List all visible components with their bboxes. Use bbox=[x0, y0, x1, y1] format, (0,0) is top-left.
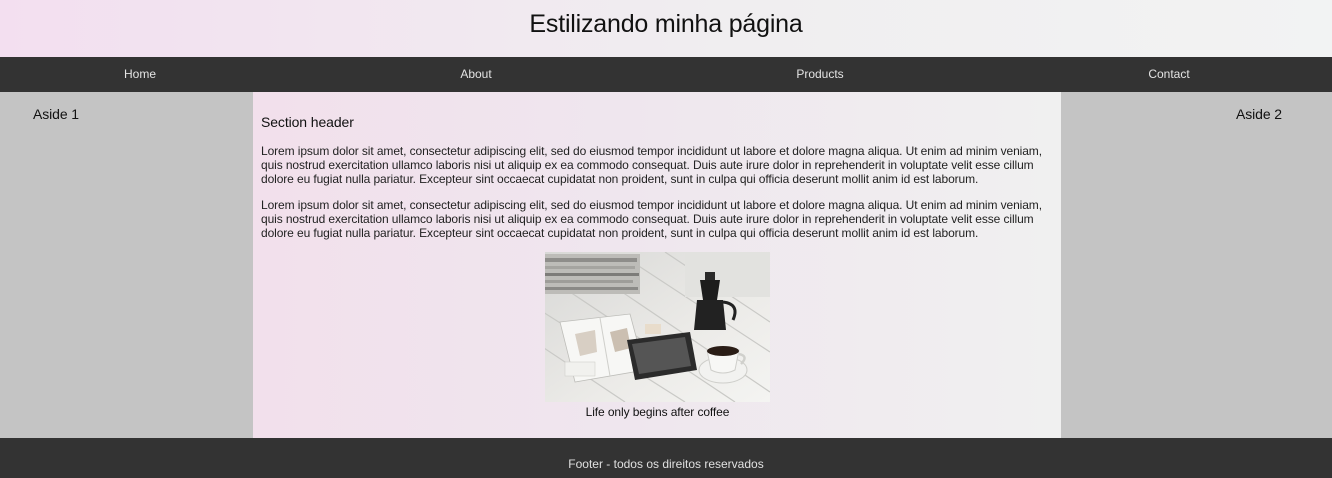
page-title: Estilizando minha página bbox=[529, 10, 803, 38]
section-paragraph: Lorem ipsum dolor sit amet, consectetur … bbox=[261, 198, 1042, 240]
section-header: Section header bbox=[261, 114, 354, 130]
footer-text: Footer - todos os direitos reservados bbox=[568, 457, 764, 471]
coffee-table-image bbox=[545, 252, 770, 402]
aside-right: Aside 2 bbox=[1061, 92, 1332, 438]
section-paragraph: Lorem ipsum dolor sit amet, consectetur … bbox=[261, 144, 1042, 186]
nav-link-products[interactable]: Products bbox=[796, 57, 843, 92]
nav-link-about[interactable]: About bbox=[460, 57, 491, 92]
main-nav: Home About Products Contact bbox=[0, 57, 1332, 92]
aside-left: Aside 1 bbox=[0, 92, 253, 438]
nav-link-contact[interactable]: Contact bbox=[1148, 57, 1189, 92]
coffee-photo bbox=[545, 252, 770, 402]
figure-caption: Life only begins after coffee bbox=[585, 405, 730, 419]
aside-right-title: Aside 2 bbox=[1236, 106, 1282, 122]
coffee-figure: Life only begins after coffee bbox=[545, 252, 770, 419]
content-layout: Aside 1 Section header Lorem ipsum dolor… bbox=[0, 92, 1332, 438]
page-footer: Footer - todos os direitos reservados bbox=[0, 438, 1332, 478]
nav-link-home[interactable]: Home bbox=[124, 57, 156, 92]
page-header: Estilizando minha página bbox=[0, 0, 1332, 57]
main-section: Section header Lorem ipsum dolor sit ame… bbox=[253, 92, 1061, 438]
aside-left-title: Aside 1 bbox=[33, 106, 79, 122]
